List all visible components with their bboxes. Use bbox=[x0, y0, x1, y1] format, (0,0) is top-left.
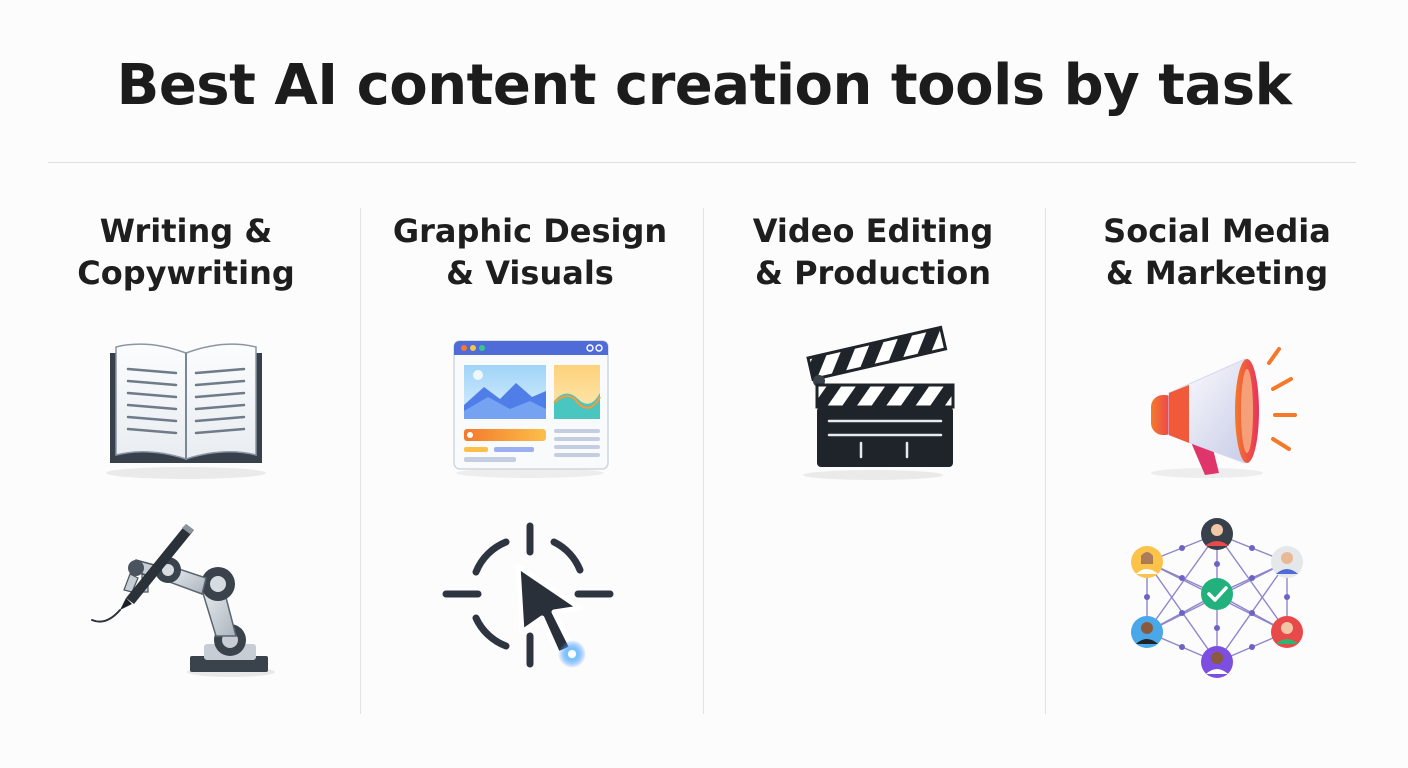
social-network-icon bbox=[1046, 508, 1388, 678]
open-book-icon bbox=[15, 323, 357, 493]
robotic-arm-pen-icon bbox=[15, 508, 357, 678]
column-heading-social: Social Media & Marketing bbox=[1046, 210, 1388, 294]
heading-line: Copywriting bbox=[77, 254, 295, 292]
heading-line: Social Media bbox=[1103, 212, 1331, 250]
audio-waveform-icon bbox=[702, 508, 1044, 678]
column-heading-design: Graphic Design & Visuals bbox=[359, 210, 701, 294]
title-divider bbox=[48, 162, 1356, 163]
design-window-icon bbox=[359, 323, 701, 493]
heading-line: Writing & bbox=[99, 212, 273, 250]
avatar bbox=[1131, 616, 1163, 648]
heading-line: & Visuals bbox=[446, 254, 614, 292]
column-video: Video Editing & Production bbox=[702, 208, 1044, 714]
heading-line: Graphic Design bbox=[392, 212, 668, 250]
avatar bbox=[1271, 616, 1303, 648]
crosshair-cursor-icon bbox=[359, 508, 701, 678]
avatar bbox=[1131, 546, 1163, 578]
column-design: Graphic Design & Visuals bbox=[359, 208, 701, 714]
column-writing: Writing & Copywriting bbox=[15, 208, 357, 714]
megaphone-icon bbox=[1046, 323, 1388, 493]
avatar bbox=[1201, 646, 1233, 678]
avatar bbox=[1271, 546, 1303, 578]
heading-line: & Production bbox=[755, 254, 991, 292]
column-social: Social Media & Marketing bbox=[1046, 208, 1388, 714]
avatar bbox=[1201, 518, 1233, 550]
page-title: Best AI content creation tools by task bbox=[116, 53, 1292, 118]
column-heading-writing: Writing & Copywriting bbox=[15, 210, 357, 294]
clapperboard-icon bbox=[702, 323, 1044, 493]
column-heading-video: Video Editing & Production bbox=[702, 210, 1044, 294]
heading-line: & Marketing bbox=[1105, 254, 1329, 292]
heading-line: Video Editing bbox=[752, 212, 994, 250]
